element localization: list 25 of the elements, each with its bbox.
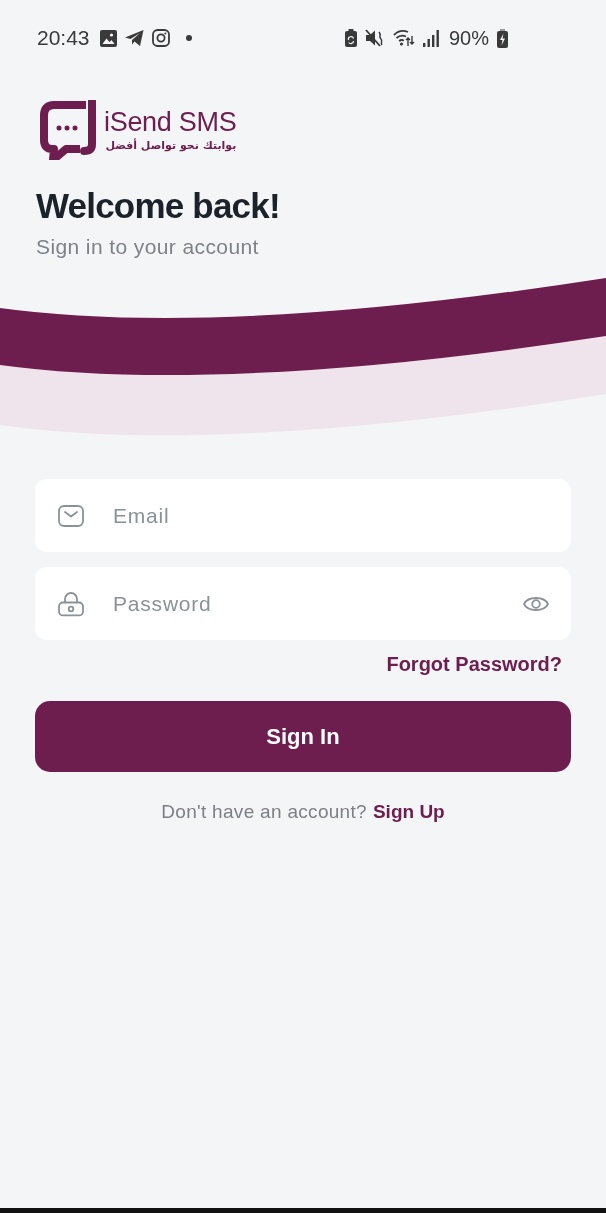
password-field[interactable]: Password (35, 567, 571, 640)
eye-icon[interactable] (523, 594, 549, 613)
chat-bubble-icon (40, 100, 98, 160)
status-time: 20:43 (37, 26, 90, 50)
sign-in-button[interactable]: Sign In (35, 701, 571, 772)
battery-saver-icon (344, 29, 357, 47)
signup-prompt: Don't have an account? (161, 801, 367, 823)
forgot-password-link[interactable]: Forgot Password? (386, 652, 562, 676)
welcome-title: Welcome back! (36, 185, 281, 227)
mail-icon (58, 504, 84, 527)
wifi-icon (392, 29, 415, 47)
brand-name: iSend SMS (104, 106, 237, 137)
dot-icon (185, 35, 192, 41)
sign-up-link[interactable]: Sign Up (372, 801, 445, 823)
email-field[interactable]: Email (35, 479, 571, 552)
image-icon (99, 29, 117, 47)
welcome-subtitle: Sign in to your account (36, 234, 260, 260)
charging-battery-icon (497, 28, 508, 48)
muted-speaker-icon (364, 29, 385, 47)
lock-icon (58, 591, 84, 616)
battery-percent: 90% (448, 26, 489, 50)
paper-plane-icon (124, 30, 144, 46)
camera-icon (151, 29, 170, 47)
brand-tagline: بوابتك نحو تواصل أفضل (105, 137, 237, 154)
signal-icon (422, 29, 439, 47)
